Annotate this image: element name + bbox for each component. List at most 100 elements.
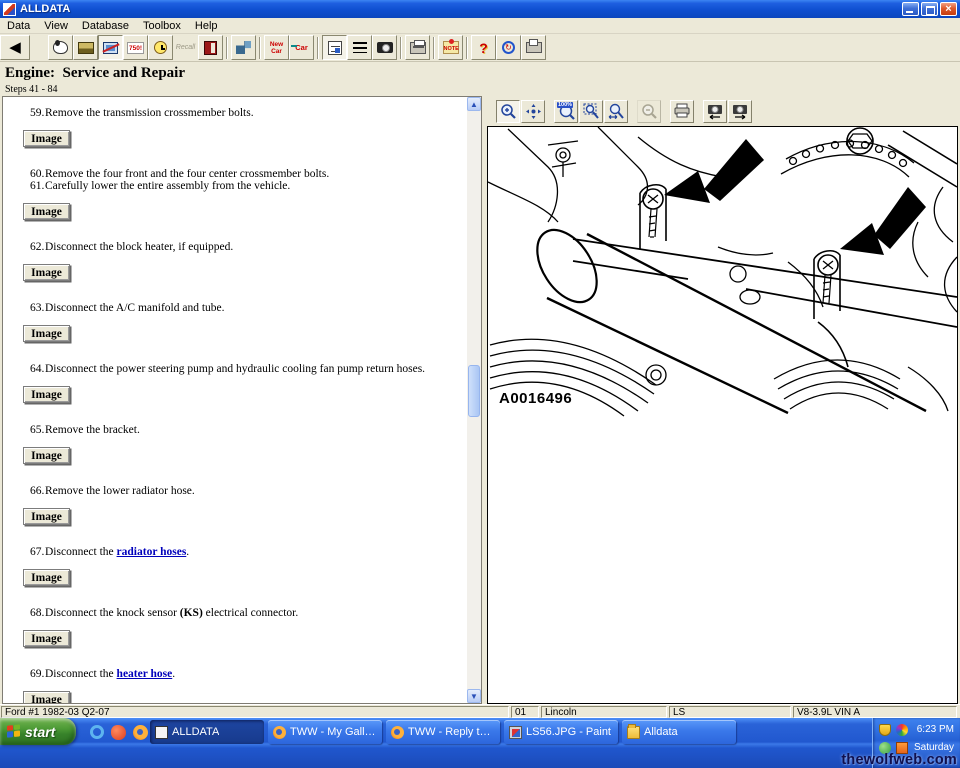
image-button[interactable]: Image — [23, 203, 70, 220]
zoom-100-button[interactable]: 100% — [554, 100, 578, 123]
steps-scrollbar[interactable]: ▲ ▼ — [467, 97, 481, 703]
text-view-button[interactable] — [347, 35, 372, 60]
zoom-fit-button[interactable] — [579, 100, 603, 123]
step-block: 60.Remove the four front and the four ce… — [23, 168, 463, 220]
print-button[interactable] — [405, 35, 430, 60]
status-field: Lincoln — [541, 706, 667, 718]
taskbar-task[interactable]: TWW - My Gallery - M... — [268, 720, 382, 744]
index-view-button[interactable] — [322, 35, 347, 60]
step-number: 64. — [23, 363, 45, 375]
taskbar-task[interactable]: Alldata — [622, 720, 736, 744]
new-car-button[interactable]: New Car — [264, 35, 289, 60]
search-dog-button[interactable] — [48, 35, 73, 60]
maintenance-button[interactable] — [231, 35, 256, 60]
price-icon: 750! — [127, 42, 144, 54]
step-text: Remove the four front and the four cente… — [45, 168, 463, 180]
step-link[interactable]: heater hose — [117, 668, 173, 680]
firefox-icon — [273, 726, 286, 739]
step-item: 69.Disconnect the heater hose. — [23, 668, 463, 680]
vehicle-button[interactable] — [73, 35, 98, 60]
taskbar-tasks: ALLDATATWW - My Gallery - M... TWW - Repl… — [150, 720, 868, 745]
previous-image-button[interactable] — [703, 100, 727, 123]
fax-icon — [526, 42, 542, 53]
step-number: 59. — [23, 107, 45, 119]
firefox-icon[interactable] — [133, 725, 148, 740]
print-image-button[interactable] — [670, 100, 694, 123]
step-number: 63. — [23, 302, 45, 314]
vehicle-icon — [78, 42, 94, 54]
next-image-button[interactable] — [728, 100, 752, 123]
image-viewer-panel: 100% — [487, 96, 958, 704]
step-number: 68. — [23, 607, 45, 619]
diagram-view[interactable]: A0016496 — [487, 126, 958, 704]
taskbar: start ALLDATATWW - My Gallery - M... TWW … — [0, 718, 960, 768]
image-button[interactable]: Image — [23, 447, 70, 464]
book-icon — [204, 41, 217, 55]
menu-help[interactable]: Help — [188, 19, 225, 33]
step-block: 62.Disconnect the block heater, if equip… — [23, 241, 463, 281]
step-text-run: Remove the four front and the four cente… — [45, 168, 329, 180]
add-car-button[interactable]: Car — [289, 35, 314, 60]
zoom-100-label: 100% — [557, 102, 573, 108]
viewer-toolbar: 100% — [487, 96, 958, 126]
close-button[interactable]: × — [940, 2, 957, 16]
zoom-in-button[interactable] — [496, 100, 520, 123]
taskbar-task[interactable]: LS56.JPG - Paint — [504, 720, 618, 744]
main-area: 59.Remove the transmission crossmember b… — [0, 96, 960, 704]
image-view-button[interactable] — [372, 35, 397, 60]
step-number: 62. — [23, 241, 45, 253]
start-label: start — [25, 724, 55, 740]
steps-content: 59.Remove the transmission crossmember b… — [3, 97, 467, 703]
taskbar-task[interactable]: TWW - Reply to Topic... — [386, 720, 500, 744]
menu-view[interactable]: View — [37, 19, 75, 33]
taskbar-task[interactable]: ALLDATA — [150, 720, 264, 744]
browser-icon[interactable] — [90, 725, 104, 739]
image-button[interactable]: Image — [23, 264, 70, 281]
scroll-down-icon[interactable]: ▼ — [467, 689, 481, 703]
step-item: 66.Remove the lower radiator hose. — [23, 485, 463, 497]
pan-button[interactable] — [521, 100, 545, 123]
restore-button[interactable] — [921, 2, 938, 16]
diagnostics-button[interactable] — [98, 35, 123, 60]
scroll-thumb[interactable] — [468, 365, 480, 417]
image-button[interactable]: Image — [23, 630, 70, 647]
notes-button[interactable]: NOTE — [438, 35, 463, 60]
back-button[interactable]: ◀ — [0, 35, 30, 60]
manual-button[interactable] — [198, 35, 223, 60]
page-title: Engine: Service and Repair — [5, 62, 960, 82]
minimize-button[interactable] — [902, 2, 919, 16]
menu-toolbox[interactable]: Toolbox — [136, 19, 188, 33]
clock[interactable]: 6:23 PM — [913, 724, 956, 735]
step-text-run: Disconnect the knock sensor — [45, 607, 180, 619]
engine-diagram — [488, 127, 957, 417]
image-button[interactable]: Image — [23, 386, 70, 403]
dog-icon — [53, 41, 68, 54]
print-setup-button[interactable] — [521, 35, 546, 60]
media-app-icon[interactable] — [111, 725, 126, 740]
scroll-up-icon[interactable]: ▲ — [467, 97, 481, 111]
image-button[interactable]: Image — [23, 569, 70, 586]
step-block: 66.Remove the lower radiator hose. Image — [23, 485, 463, 525]
menu-database[interactable]: Database — [75, 19, 136, 33]
image-button[interactable]: Image — [23, 508, 70, 525]
step-link[interactable]: radiator hoses — [117, 546, 187, 558]
help-button[interactable]: ? — [471, 35, 496, 60]
pinwheel-tray-icon[interactable] — [896, 724, 908, 736]
image-button[interactable]: Image — [23, 691, 70, 703]
status-field: LS — [669, 706, 791, 718]
labor-times-button[interactable] — [148, 35, 173, 60]
note-pin-icon: NOTE — [443, 41, 459, 54]
history-button[interactable]: ↻ — [496, 35, 521, 60]
zoom-width-button[interactable] — [604, 100, 628, 123]
parts-price-button[interactable]: 750! — [123, 35, 148, 60]
menu-data[interactable]: Data — [0, 19, 37, 33]
image-button[interactable]: Image — [23, 325, 70, 342]
windows-logo-icon — [7, 724, 21, 738]
start-button[interactable]: start — [0, 718, 76, 745]
add-car-icon: Car — [295, 43, 308, 52]
step-text: Disconnect the knock sensor (KS) electri… — [45, 607, 463, 619]
image-button[interactable]: Image — [23, 130, 70, 147]
step-number: 66. — [23, 485, 45, 497]
security-shield-icon[interactable] — [879, 724, 891, 736]
task-label: TWW - Reply to Topic... — [408, 726, 495, 738]
